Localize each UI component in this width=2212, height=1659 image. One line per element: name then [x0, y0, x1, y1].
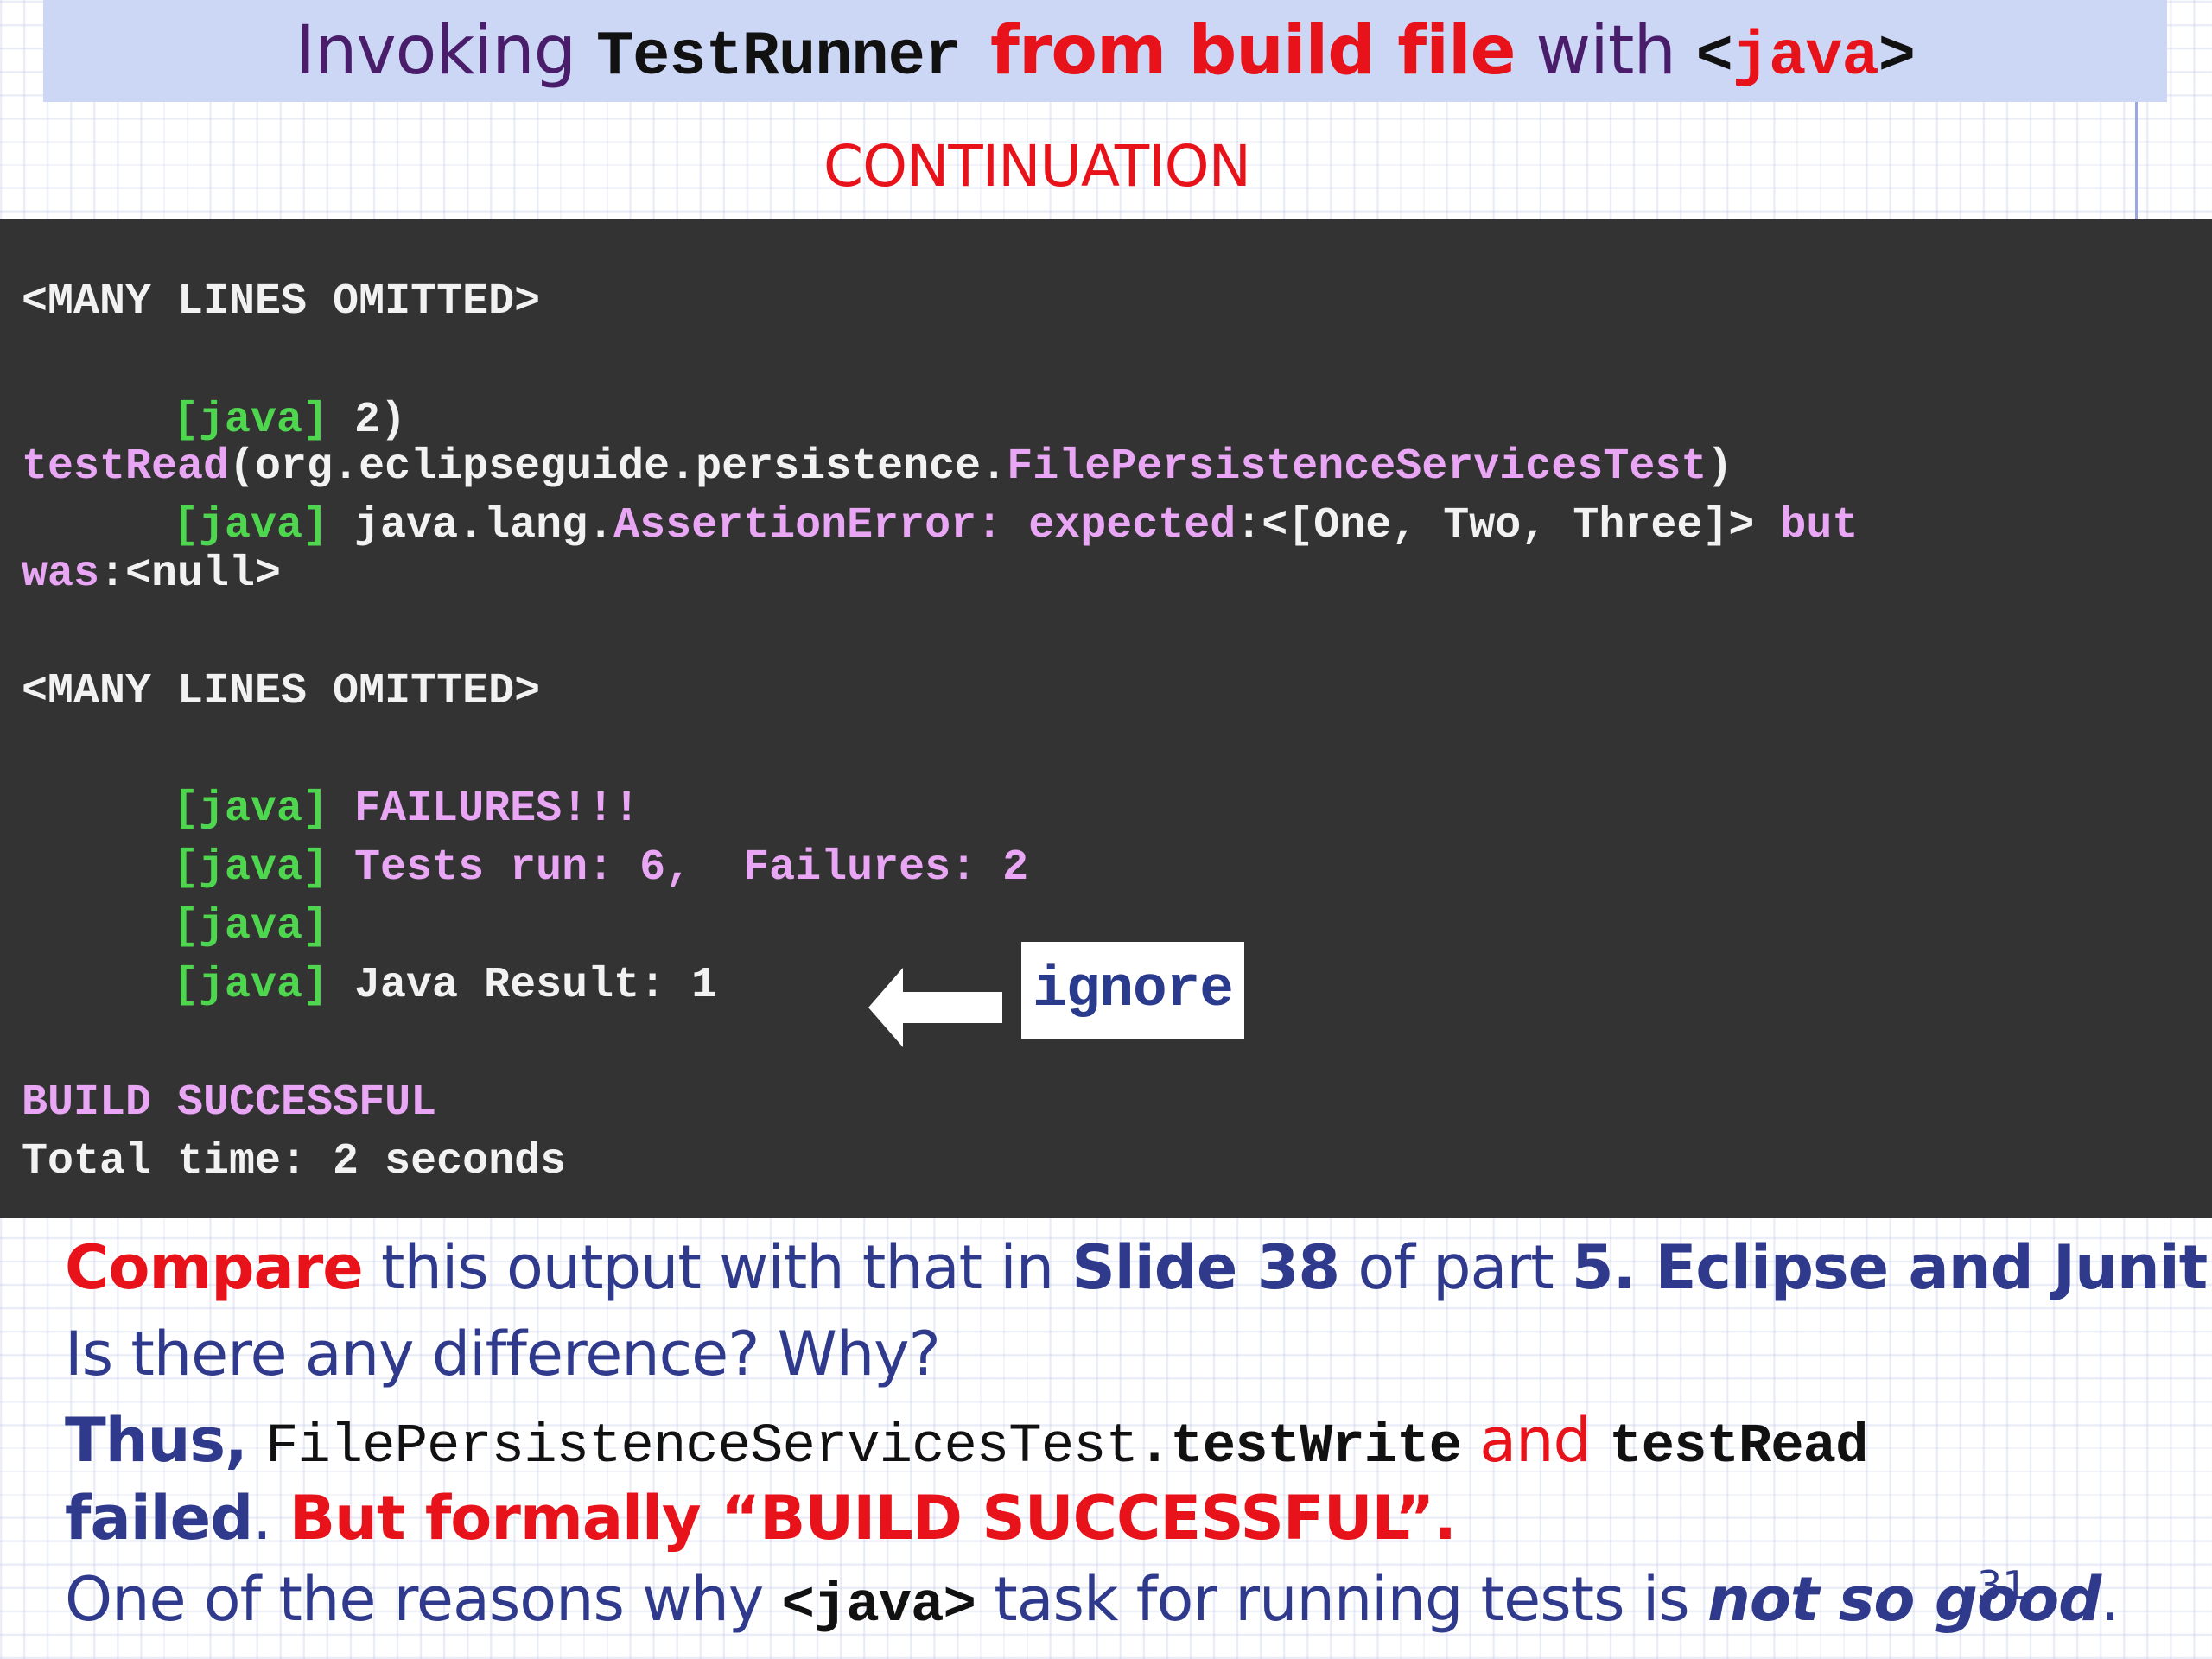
- tests-run-text: Tests run: 6, Failures: 2: [354, 843, 1029, 893]
- console-omitted-line: <MANY LINES OMITTED>: [22, 667, 541, 716]
- test-class-name: FilePersistenceServicesTest: [1007, 442, 1707, 492]
- title-tag-open: <: [1695, 22, 1733, 92]
- part-reference: 5. Eclipse and Junit.: [1571, 1232, 2212, 1303]
- thus-word: Thus,: [65, 1405, 248, 1476]
- formally-text: But formally “BUILD SUCCESSFUL”.: [289, 1483, 1457, 1554]
- page-number: 31: [1977, 1562, 2028, 1609]
- java-tag: [java]: [173, 902, 329, 951]
- notes-class-name: FilePersistenceServicesTest: [264, 1416, 1139, 1478]
- test-close-paren: ): [1707, 442, 1733, 492]
- title-class-name: TestRunner: [595, 22, 962, 92]
- title-tag-name: java: [1732, 22, 1879, 92]
- notes-line-thus: Thus, FilePersistenceServicesTest.testWr…: [65, 1400, 1868, 1488]
- title-tag-close: >: [1878, 22, 1916, 92]
- slide-reference: Slide 38: [1071, 1232, 1340, 1303]
- java-tag: [java]: [173, 785, 329, 834]
- notes-method-read: testRead: [1609, 1416, 1868, 1478]
- java-result-text: Java Result: 1: [354, 961, 718, 1010]
- test-package: (org.eclipseguide.persistence.: [229, 442, 1007, 492]
- compare-text: this output with that in: [362, 1232, 1072, 1303]
- notes-method-write: .testWrite: [1137, 1416, 1462, 1478]
- error-expected-keyword: expected: [1028, 501, 1236, 550]
- title-with: with: [1535, 12, 1675, 90]
- notes-line-failed: failed. But formally “BUILD SUCCESSFUL”.: [65, 1478, 1457, 1559]
- reasons-text: One of the reasons why: [65, 1564, 782, 1635]
- console-failures-line: [java] FAILURES!!!: [173, 784, 639, 836]
- console-tests-run-line: [java] Tests run: 6, Failures: 2: [173, 842, 1028, 894]
- slide-subtitle: CONTINUATION: [823, 133, 1251, 200]
- java-tag: [java]: [173, 961, 329, 1010]
- notes-line-reasons: One of the reasons why <java> task for r…: [65, 1559, 2120, 1647]
- console-java-result-line: [java] Java Result: 1: [173, 960, 717, 1012]
- console-blank-java-line: [java]: [173, 901, 328, 953]
- console-line-2-text: 2): [354, 396, 407, 445]
- reasons-period: .: [2101, 1564, 2120, 1635]
- error-class: AssertionError:: [613, 501, 1003, 550]
- ignore-callout: ignore: [1021, 942, 1244, 1039]
- error-expected-value: :<[One, Two, Three]>: [1236, 501, 1755, 550]
- error-package: java.lang.: [354, 501, 614, 550]
- failed-period: .: [252, 1483, 271, 1554]
- left-arrow-icon: [868, 968, 1002, 1047]
- java-tag: [java]: [173, 501, 329, 550]
- java-tag: [java]: [173, 396, 329, 445]
- java-tag: [java]: [173, 843, 329, 893]
- not-so-good: not so good: [1707, 1564, 2101, 1635]
- notes-and: and: [1479, 1405, 1592, 1476]
- failures-text: FAILURES!!!: [354, 785, 640, 834]
- test-method-name: testRead: [22, 442, 230, 492]
- console-test-read-line: testRead(org.eclipseguide.persistence.Fi…: [22, 442, 1732, 493]
- console-assertion-line: [java] java.lang.AssertionError: expecte…: [173, 500, 1858, 552]
- error-was: was: [22, 550, 100, 599]
- reasons-text-2: task for running tests is: [975, 1564, 1707, 1635]
- console-was-null-line: was:<null>: [22, 549, 281, 601]
- total-time-line: Total time: 2 seconds: [22, 1137, 567, 1186]
- title-invoking: Invoking: [296, 12, 576, 90]
- build-successful-line: BUILD SUCCESSFUL: [22, 1078, 437, 1128]
- console-output: <MANY LINES OMITTED> [java] 2) testRead(…: [0, 219, 2212, 1218]
- title-from-build-file: from build file: [990, 12, 1516, 90]
- console-line-2: [java] 2): [173, 395, 406, 447]
- notes-line-question: Is there any difference? Why?: [65, 1319, 941, 1389]
- slide-title: Invoking TestRunner from build file with …: [43, 0, 2167, 102]
- console-omitted-line: <MANY LINES OMITTED>: [22, 277, 541, 327]
- compare-word: Compare: [65, 1232, 364, 1303]
- decorative-rule: [2135, 102, 2138, 219]
- reasons-java-tag: <java>: [781, 1575, 976, 1637]
- compare-text-2: of part: [1339, 1232, 1572, 1303]
- notes-line-compare: Compare this output with that in Slide 3…: [65, 1227, 2212, 1308]
- error-but: but: [1780, 501, 1859, 550]
- error-null: :<null>: [99, 550, 282, 599]
- failed-word: failed: [65, 1483, 253, 1554]
